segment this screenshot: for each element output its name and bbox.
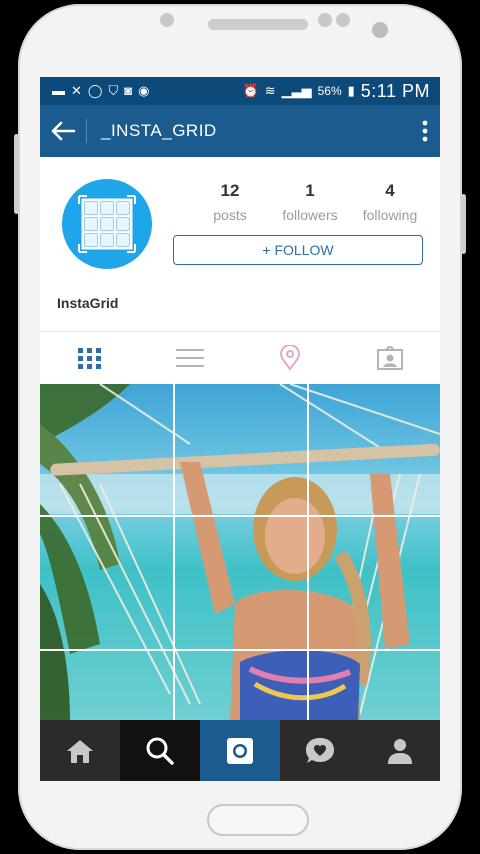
chat-icon: ▬: [52, 83, 65, 98]
beach-photo: [40, 384, 440, 722]
grid-icon: [78, 348, 101, 369]
more-vertical-icon: [422, 120, 428, 142]
battery-percent: 56%: [317, 84, 342, 98]
nav-activity[interactable]: [280, 720, 360, 781]
grid-overlay-line: [40, 649, 440, 651]
app-icon: ◉: [138, 83, 150, 98]
profile-stats: 12 posts 1 followers 4 following: [190, 181, 430, 223]
nav-camera[interactable]: [200, 720, 280, 781]
following-stat[interactable]: 4 following: [350, 181, 430, 223]
bottom-navigation: [40, 720, 440, 781]
posts-label: posts: [213, 207, 247, 223]
clock: 5:11 PM: [360, 80, 430, 101]
followers-count: 1: [305, 181, 315, 200]
back-button[interactable]: [40, 105, 86, 157]
sensor-dot: [336, 13, 350, 27]
more-options-button[interactable]: [410, 105, 440, 157]
grid-overlay-line: [173, 384, 175, 722]
signal-icon: ▁▃▅: [281, 83, 312, 98]
camera-icon: ◙: [124, 83, 133, 98]
search-icon: [146, 737, 174, 765]
following-label: following: [362, 207, 418, 223]
tab-grid-view[interactable]: [40, 332, 140, 384]
wifi-icon: ≋: [264, 83, 276, 98]
home-icon: [67, 739, 93, 763]
page-title: _INSTA_GRID: [101, 121, 217, 140]
heart-bubble-icon: [306, 737, 334, 763]
arrow-left-icon: [51, 121, 76, 141]
sensor-dot: [318, 13, 332, 27]
map-pin-icon: [279, 345, 301, 371]
profile-username: InstaGrid: [57, 295, 119, 311]
posts-stat[interactable]: 12 posts: [190, 181, 270, 223]
battery-icon: ▮: [347, 83, 355, 98]
app-bar: _INSTA_GRID: [40, 105, 440, 157]
missed-call-icon: ✕: [71, 83, 82, 98]
avatar[interactable]: [62, 179, 152, 269]
power-button: [461, 194, 466, 254]
status-bar: ▬ ✕ ◯ ⛉ ◙ ◉ ⏰ ≋ ▁▃▅ 56% ▮ 5:11 PM: [40, 77, 440, 105]
home-hardware-button[interactable]: [207, 804, 309, 836]
front-camera: [372, 22, 388, 38]
sensor-dot: [160, 13, 174, 27]
person-icon: [388, 738, 412, 764]
nav-profile[interactable]: [360, 720, 440, 781]
tab-tagged[interactable]: [340, 332, 440, 384]
follow-button[interactable]: + FOLLOW: [173, 235, 423, 265]
volume-button: [14, 134, 19, 214]
camera-icon: [227, 737, 253, 764]
alarm-icon: ⏰: [242, 83, 259, 98]
earpiece-speaker: [208, 19, 308, 30]
grid-logo-icon: [78, 195, 136, 253]
list-icon: [176, 349, 204, 367]
grid-overlay-line: [307, 384, 309, 722]
nav-search[interactable]: [120, 720, 200, 781]
followers-label: followers: [282, 207, 338, 223]
nav-home[interactable]: [40, 720, 120, 781]
app-screen: ▬ ✕ ◯ ⛉ ◙ ◉ ⏰ ≋ ▁▃▅ 56% ▮ 5:11 PM _INSTA…: [40, 77, 440, 781]
whatsapp-icon: ◯: [87, 83, 103, 98]
appbar-divider: [86, 119, 87, 143]
following-count: 4: [385, 181, 395, 200]
shield-icon: ⛉: [108, 83, 119, 98]
grid-overlay-line: [40, 515, 440, 517]
grid-photo-preview[interactable]: [40, 384, 440, 722]
tab-list-view[interactable]: [140, 332, 240, 384]
posts-count: 12: [220, 181, 240, 200]
person-tag-icon: [377, 346, 403, 370]
profile-header: 12 posts 1 followers 4 following + FOLLO…: [40, 157, 440, 331]
followers-stat[interactable]: 1 followers: [270, 181, 350, 223]
profile-view-tabs: [40, 331, 440, 384]
tab-places[interactable]: [240, 332, 340, 384]
